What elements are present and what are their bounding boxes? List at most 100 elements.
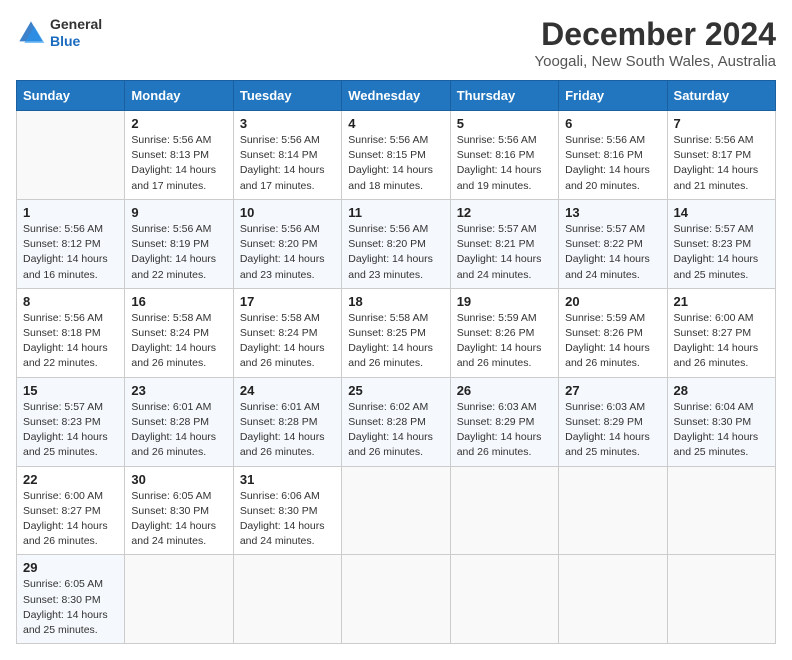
calendar-cell: 28 Sunrise: 6:04 AM Sunset: 8:30 PM Dayl…: [667, 377, 775, 466]
day-number: 19: [457, 294, 552, 309]
day-info: Sunrise: 5:56 AM Sunset: 8:13 PM Dayligh…: [131, 133, 226, 194]
day-info: Sunrise: 5:57 AM Sunset: 8:22 PM Dayligh…: [565, 222, 660, 283]
calendar-cell: [450, 555, 558, 644]
calendar-cell: [233, 555, 341, 644]
day-number: 17: [240, 294, 335, 309]
logo-blue-text: Blue: [50, 33, 102, 50]
calendar-cell: [342, 555, 450, 644]
calendar-cell: 9 Sunrise: 5:56 AM Sunset: 8:19 PM Dayli…: [125, 199, 233, 288]
day-number: 26: [457, 383, 552, 398]
calendar-cell: 19 Sunrise: 5:59 AM Sunset: 8:26 PM Dayl…: [450, 288, 558, 377]
day-info: Sunrise: 5:57 AM Sunset: 8:23 PM Dayligh…: [674, 222, 769, 283]
day-info: Sunrise: 6:00 AM Sunset: 8:27 PM Dayligh…: [674, 311, 769, 372]
logo: General Blue: [16, 16, 102, 50]
day-info: Sunrise: 6:01 AM Sunset: 8:28 PM Dayligh…: [240, 400, 335, 461]
day-number: 28: [674, 383, 769, 398]
day-number: 14: [674, 205, 769, 220]
location-title: Yoogali, New South Wales, Australia: [534, 53, 776, 70]
day-info: Sunrise: 6:05 AM Sunset: 8:30 PM Dayligh…: [131, 489, 226, 550]
col-monday: Monday: [125, 81, 233, 111]
calendar-cell: [667, 466, 775, 555]
day-info: Sunrise: 5:57 AM Sunset: 8:21 PM Dayligh…: [457, 222, 552, 283]
calendar-cell: [667, 555, 775, 644]
calendar-cell: 13 Sunrise: 5:57 AM Sunset: 8:22 PM Dayl…: [559, 199, 667, 288]
day-number: 8: [23, 294, 118, 309]
day-number: 27: [565, 383, 660, 398]
day-number: 13: [565, 205, 660, 220]
day-number: 24: [240, 383, 335, 398]
day-number: 21: [674, 294, 769, 309]
day-number: 15: [23, 383, 118, 398]
calendar-cell: 10 Sunrise: 5:56 AM Sunset: 8:20 PM Dayl…: [233, 199, 341, 288]
col-sunday: Sunday: [17, 81, 125, 111]
calendar-cell: 22 Sunrise: 6:00 AM Sunset: 8:27 PM Dayl…: [17, 466, 125, 555]
title-area: December 2024 Yoogali, New South Wales, …: [534, 16, 776, 70]
calendar-cell: [342, 466, 450, 555]
day-number: 29: [23, 560, 118, 575]
day-info: Sunrise: 6:02 AM Sunset: 8:28 PM Dayligh…: [348, 400, 443, 461]
day-number: 10: [240, 205, 335, 220]
col-saturday: Saturday: [667, 81, 775, 111]
calendar-cell: [125, 555, 233, 644]
col-friday: Friday: [559, 81, 667, 111]
table-row: 1 Sunrise: 5:56 AM Sunset: 8:12 PM Dayli…: [17, 199, 776, 288]
day-info: Sunrise: 6:03 AM Sunset: 8:29 PM Dayligh…: [457, 400, 552, 461]
day-number: 23: [131, 383, 226, 398]
calendar-cell: [450, 466, 558, 555]
day-info: Sunrise: 5:56 AM Sunset: 8:18 PM Dayligh…: [23, 311, 118, 372]
calendar-cell: 26 Sunrise: 6:03 AM Sunset: 8:29 PM Dayl…: [450, 377, 558, 466]
calendar-cell: 16 Sunrise: 5:58 AM Sunset: 8:24 PM Dayl…: [125, 288, 233, 377]
calendar-cell: 24 Sunrise: 6:01 AM Sunset: 8:28 PM Dayl…: [233, 377, 341, 466]
day-info: Sunrise: 5:58 AM Sunset: 8:24 PM Dayligh…: [131, 311, 226, 372]
calendar-cell: [559, 466, 667, 555]
calendar-cell: 1 Sunrise: 5:56 AM Sunset: 8:12 PM Dayli…: [17, 199, 125, 288]
logo-icon: [16, 18, 46, 48]
calendar-cell: 18 Sunrise: 5:58 AM Sunset: 8:25 PM Dayl…: [342, 288, 450, 377]
day-info: Sunrise: 5:59 AM Sunset: 8:26 PM Dayligh…: [457, 311, 552, 372]
calendar-cell: 6 Sunrise: 5:56 AM Sunset: 8:16 PM Dayli…: [559, 111, 667, 200]
day-number: 11: [348, 205, 443, 220]
day-number: 31: [240, 472, 335, 487]
calendar-cell: 29 Sunrise: 6:05 AM Sunset: 8:30 PM Dayl…: [17, 555, 125, 644]
table-row: 22 Sunrise: 6:00 AM Sunset: 8:27 PM Dayl…: [17, 466, 776, 555]
col-thursday: Thursday: [450, 81, 558, 111]
table-row: 8 Sunrise: 5:56 AM Sunset: 8:18 PM Dayli…: [17, 288, 776, 377]
day-info: Sunrise: 5:58 AM Sunset: 8:24 PM Dayligh…: [240, 311, 335, 372]
day-info: Sunrise: 5:56 AM Sunset: 8:14 PM Dayligh…: [240, 133, 335, 194]
calendar-cell: 25 Sunrise: 6:02 AM Sunset: 8:28 PM Dayl…: [342, 377, 450, 466]
calendar-cell: 11 Sunrise: 5:56 AM Sunset: 8:20 PM Dayl…: [342, 199, 450, 288]
day-info: Sunrise: 6:00 AM Sunset: 8:27 PM Dayligh…: [23, 489, 118, 550]
day-number: 4: [348, 116, 443, 131]
day-info: Sunrise: 5:56 AM Sunset: 8:12 PM Dayligh…: [23, 222, 118, 283]
day-number: 16: [131, 294, 226, 309]
calendar-cell: 4 Sunrise: 5:56 AM Sunset: 8:15 PM Dayli…: [342, 111, 450, 200]
calendar-table: Sunday Monday Tuesday Wednesday Thursday…: [16, 80, 776, 644]
calendar-cell: 5 Sunrise: 5:56 AM Sunset: 8:16 PM Dayli…: [450, 111, 558, 200]
day-number: 9: [131, 205, 226, 220]
calendar-cell: [17, 111, 125, 200]
day-info: Sunrise: 6:05 AM Sunset: 8:30 PM Dayligh…: [23, 577, 118, 638]
day-number: 1: [23, 205, 118, 220]
day-number: 5: [457, 116, 552, 131]
day-number: 6: [565, 116, 660, 131]
day-number: 25: [348, 383, 443, 398]
calendar-cell: 27 Sunrise: 6:03 AM Sunset: 8:29 PM Dayl…: [559, 377, 667, 466]
calendar-cell: 15 Sunrise: 5:57 AM Sunset: 8:23 PM Dayl…: [17, 377, 125, 466]
table-row: 15 Sunrise: 5:57 AM Sunset: 8:23 PM Dayl…: [17, 377, 776, 466]
calendar-cell: 20 Sunrise: 5:59 AM Sunset: 8:26 PM Dayl…: [559, 288, 667, 377]
day-info: Sunrise: 5:56 AM Sunset: 8:20 PM Dayligh…: [348, 222, 443, 283]
day-info: Sunrise: 6:01 AM Sunset: 8:28 PM Dayligh…: [131, 400, 226, 461]
day-info: Sunrise: 5:56 AM Sunset: 8:16 PM Dayligh…: [565, 133, 660, 194]
day-info: Sunrise: 6:03 AM Sunset: 8:29 PM Dayligh…: [565, 400, 660, 461]
day-number: 18: [348, 294, 443, 309]
calendar-cell: [559, 555, 667, 644]
table-row: 29 Sunrise: 6:05 AM Sunset: 8:30 PM Dayl…: [17, 555, 776, 644]
logo-general-text: General: [50, 16, 102, 33]
day-number: 12: [457, 205, 552, 220]
table-row: 2 Sunrise: 5:56 AM Sunset: 8:13 PM Dayli…: [17, 111, 776, 200]
calendar-cell: 31 Sunrise: 6:06 AM Sunset: 8:30 PM Dayl…: [233, 466, 341, 555]
calendar-cell: 8 Sunrise: 5:56 AM Sunset: 8:18 PM Dayli…: [17, 288, 125, 377]
day-info: Sunrise: 5:56 AM Sunset: 8:19 PM Dayligh…: [131, 222, 226, 283]
calendar-cell: 2 Sunrise: 5:56 AM Sunset: 8:13 PM Dayli…: [125, 111, 233, 200]
day-info: Sunrise: 5:58 AM Sunset: 8:25 PM Dayligh…: [348, 311, 443, 372]
